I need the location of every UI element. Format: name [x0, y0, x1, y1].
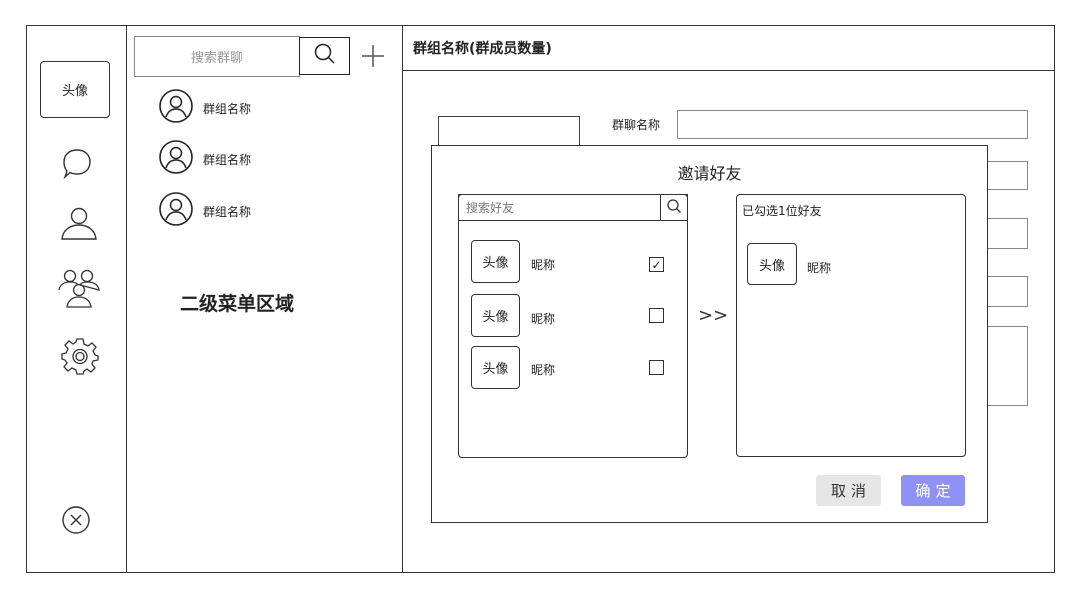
group-search-placeholder: 搜索群聊 — [190, 51, 243, 66]
dialog-title: 邀请好友 — [677, 164, 742, 183]
group-list-item[interactable]: 群组名称 — [158, 88, 251, 128]
chat-header-title: 群组名称(群成员数量) — [413, 41, 552, 57]
chat-bubble-icon[interactable] — [61, 147, 93, 181]
secondary-menu-area-label: 二级菜单区域 — [180, 293, 295, 315]
selected-friend-nickname: 昵称 — [807, 261, 832, 275]
friend-avatar-label: 头像 — [482, 362, 509, 377]
friend-search-input[interactable]: 搜索好友 — [458, 194, 661, 221]
transfer-arrow-icon[interactable]: >> — [698, 305, 728, 326]
group-avatar-icon — [158, 139, 194, 179]
avatar-label: 头像 — [61, 84, 88, 99]
list-panel-divider — [402, 25, 403, 573]
friend-nickname: 昵称 — [531, 363, 556, 377]
sidebar-divider — [126, 25, 127, 573]
friend-nickname: 昵称 — [531, 258, 556, 272]
group-name-input[interactable] — [677, 110, 1028, 139]
add-group-icon[interactable] — [361, 44, 385, 68]
settings-gear-icon[interactable] — [60, 336, 100, 376]
group-icon[interactable] — [56, 268, 102, 310]
friend-avatar: 头像 — [471, 240, 520, 283]
user-avatar-button[interactable]: 头像 — [40, 61, 110, 118]
friend-nickname: 昵称 — [531, 312, 556, 326]
group-list-item[interactable]: 群组名称 — [158, 191, 251, 231]
group-avatar-icon — [158, 88, 194, 128]
friend-checkbox[interactable]: ✓ — [649, 257, 664, 272]
group-avatar-icon — [158, 191, 194, 231]
search-icon — [666, 198, 682, 218]
selected-friend-avatar: 头像 — [747, 243, 797, 285]
group-name: 群组名称 — [203, 204, 252, 219]
contact-icon[interactable] — [59, 206, 99, 242]
friend-avatar-label: 头像 — [758, 258, 785, 274]
group-list-item[interactable]: 群组名称 — [158, 139, 251, 179]
confirm-button[interactable]: 确定 — [901, 475, 965, 506]
selected-count-label: 已勾选1位好友 — [742, 204, 822, 218]
header-divider — [402, 70, 1055, 71]
friend-checkbox[interactable] — [649, 360, 664, 375]
friend-avatar-label: 头像 — [482, 256, 509, 271]
friend-search-button[interactable] — [660, 194, 688, 221]
form-textarea[interactable] — [985, 326, 1028, 406]
group-name: 群组名称 — [203, 152, 252, 167]
selected-friends-panel — [736, 194, 966, 457]
close-circle-icon[interactable] — [61, 505, 91, 535]
group-search-input[interactable]: 搜索群聊 — [134, 36, 300, 77]
form-field[interactable] — [985, 161, 1028, 190]
group-search-button[interactable] — [299, 37, 350, 75]
search-icon — [313, 42, 337, 70]
check-mark-icon: ✓ — [651, 257, 662, 272]
friend-avatar: 头像 — [471, 294, 520, 337]
form-field[interactable] — [985, 276, 1028, 307]
group-name: 群组名称 — [203, 101, 252, 116]
friend-search-placeholder: 搜索好友 — [466, 201, 515, 215]
friend-avatar-label: 头像 — [482, 310, 509, 325]
friend-avatar: 头像 — [471, 346, 520, 389]
friend-checkbox[interactable] — [649, 308, 664, 323]
group-name-label: 群聊名称 — [612, 118, 661, 132]
form-field[interactable] — [985, 218, 1028, 249]
cancel-button[interactable]: 取消 — [816, 475, 881, 506]
